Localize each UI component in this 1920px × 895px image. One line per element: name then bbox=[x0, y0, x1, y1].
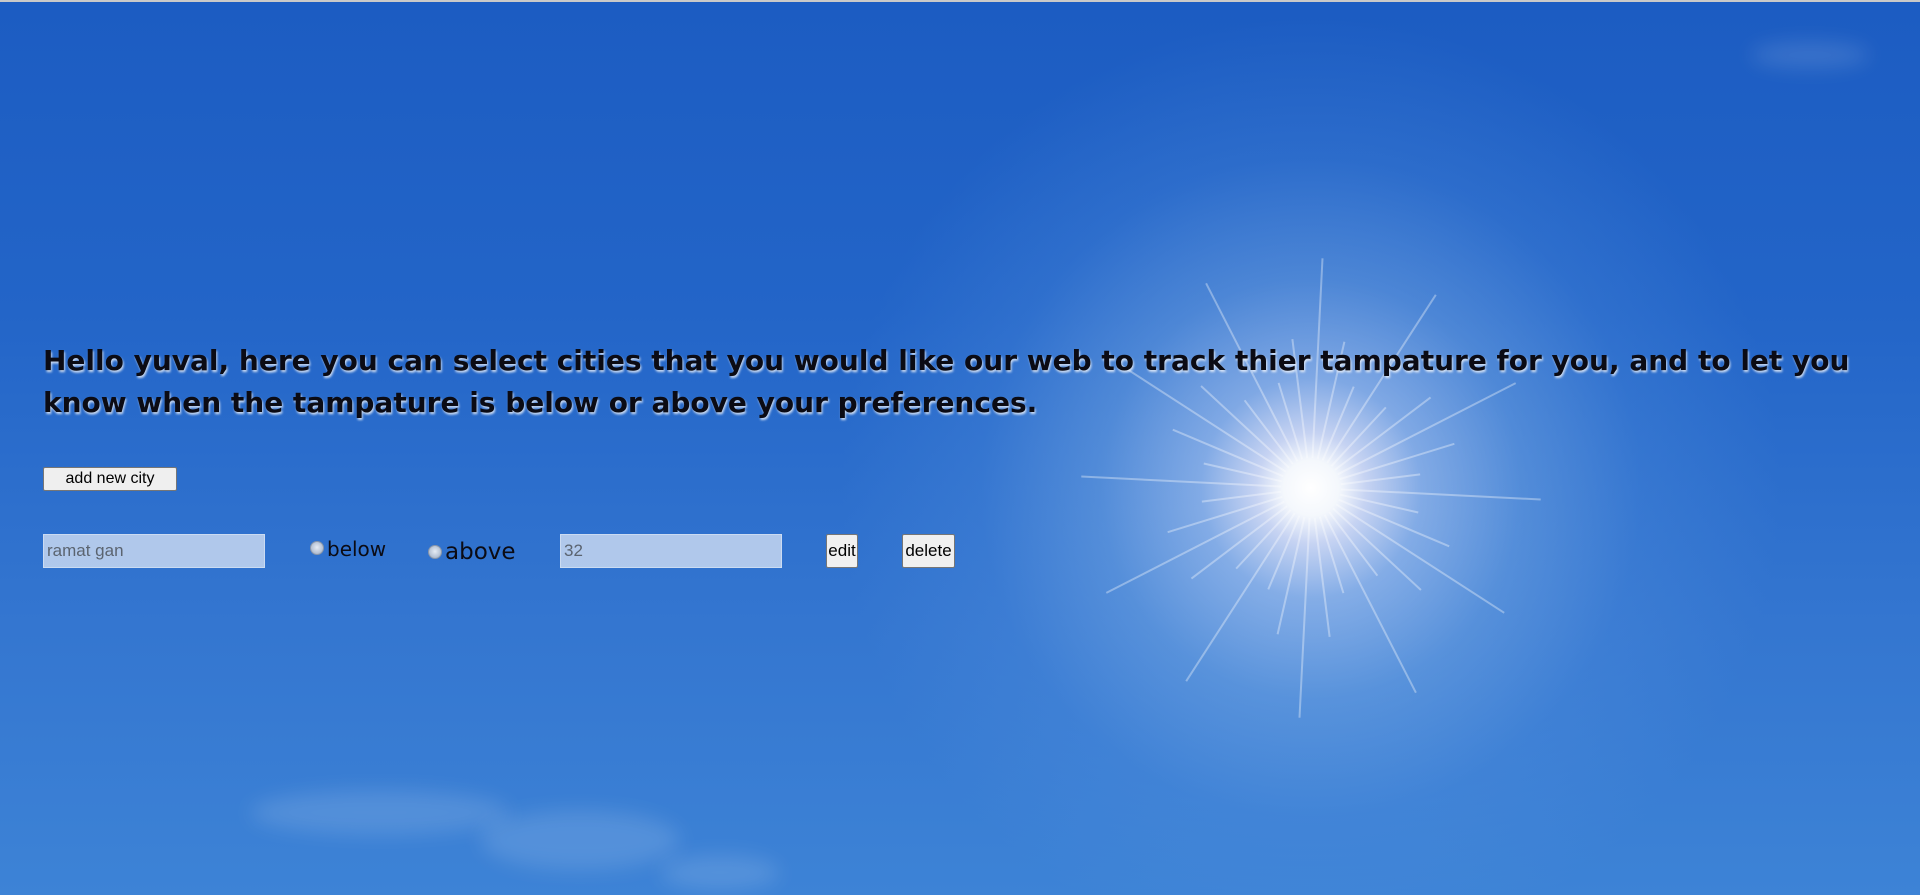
above-radio[interactable] bbox=[428, 545, 442, 559]
cloud-bottom-center bbox=[480, 810, 680, 870]
sun-ray bbox=[1340, 473, 1421, 486]
sun-ray bbox=[1298, 517, 1311, 718]
add-new-city-button[interactable]: add new city bbox=[43, 467, 177, 491]
delete-button[interactable]: delete bbox=[902, 534, 955, 568]
edit-button[interactable]: edit bbox=[826, 534, 858, 568]
sun-ray bbox=[1167, 495, 1283, 534]
sun-ray bbox=[1267, 515, 1301, 590]
above-label: above bbox=[445, 539, 516, 565]
sun-ray bbox=[1340, 488, 1541, 501]
sun-ray bbox=[1332, 507, 1422, 591]
sun-ray bbox=[1323, 514, 1417, 694]
sun-ray bbox=[1105, 500, 1285, 594]
top-border bbox=[0, 0, 1920, 2]
sun-ray bbox=[1201, 490, 1282, 503]
sun-ray bbox=[1328, 511, 1379, 577]
temperature-input[interactable] bbox=[560, 534, 782, 568]
sun-ray bbox=[1335, 503, 1505, 614]
below-radio[interactable] bbox=[310, 541, 324, 555]
sun-ray bbox=[1339, 442, 1455, 481]
sun-ray bbox=[1235, 509, 1292, 570]
page-title: Hello yuval, here you can select cities … bbox=[43, 344, 1850, 419]
sun-ray bbox=[1172, 428, 1284, 478]
below-label: below bbox=[327, 537, 387, 561]
city-name-input[interactable] bbox=[43, 534, 265, 568]
cloud-bottom-center-2 bbox=[660, 855, 780, 890]
sun-ray bbox=[1318, 516, 1345, 594]
sun-ray bbox=[1185, 512, 1296, 682]
cloud-bottom-left bbox=[250, 790, 510, 835]
sun-ray bbox=[1190, 505, 1288, 580]
cloud-top-right bbox=[1750, 42, 1870, 68]
sun-rays bbox=[1081, 258, 1541, 718]
sun-ray bbox=[1203, 462, 1282, 483]
sun-ray bbox=[1313, 517, 1331, 637]
city-row: below above edit delete bbox=[0, 534, 1000, 570]
sun-ray bbox=[1338, 498, 1450, 548]
sun-ray bbox=[1340, 493, 1419, 514]
sun-ray bbox=[1081, 475, 1282, 488]
sun-ray bbox=[1276, 517, 1306, 635]
